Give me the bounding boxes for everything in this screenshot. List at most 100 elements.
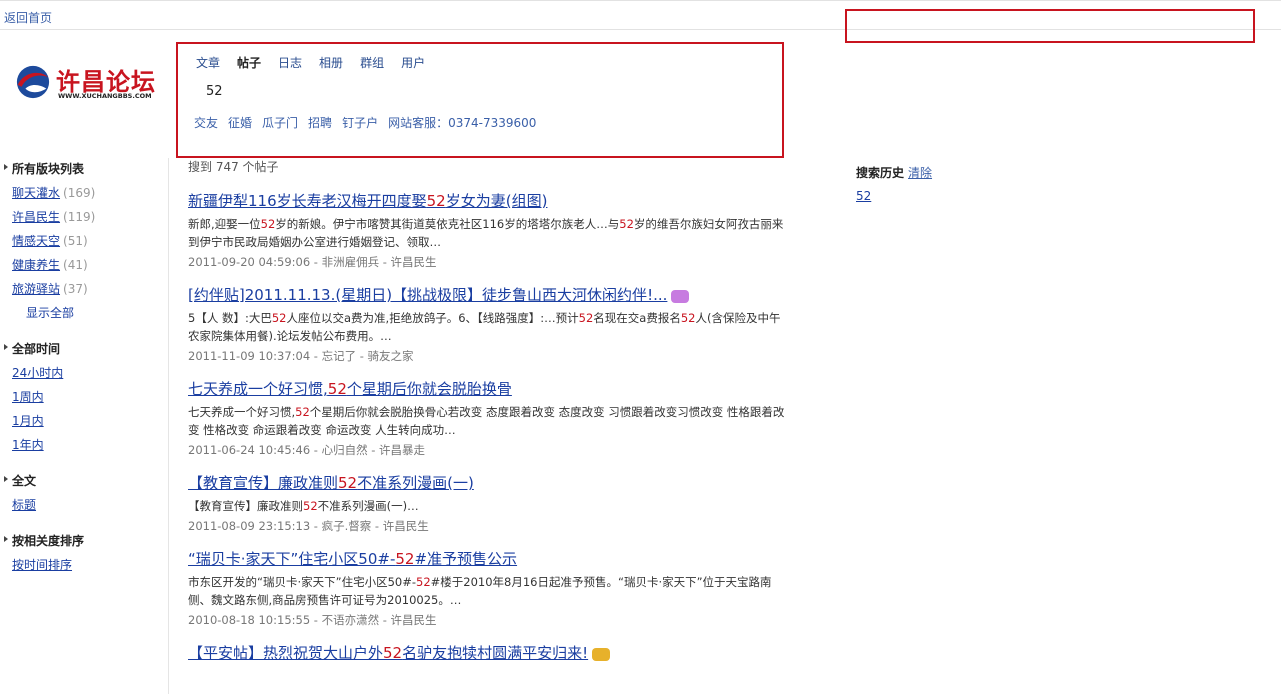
- sort-by-time-link[interactable]: 按时间排序: [12, 558, 72, 572]
- tab-user[interactable]: 用户: [401, 54, 425, 71]
- time-24h-link[interactable]: 24小时内: [12, 366, 63, 380]
- scope-filter-group: 全文 标题: [4, 472, 169, 513]
- result-title-row: 七天养成一个好习惯,52个星期后你就会脱胎换骨: [188, 378, 788, 400]
- result-snippet: 市东区开发的“瑞贝卡·家天下”住宅小区50#-52#楼于2010年8月16日起准…: [188, 573, 788, 609]
- title-highlight: 52: [338, 474, 358, 492]
- result-title-row: 【平安帖】热烈祝贺大山户外52名驴友抱犊村圆满平安归来!: [188, 642, 788, 664]
- result-meta: 2011-08-09 23:15:13 - 疯子.督察 - 许昌民生: [188, 519, 429, 533]
- sidebar: 所有版块列表 聊天灌水 (169) 许昌民生 (119) 情感天空 (51) 健康养生…: [4, 160, 169, 592]
- tab-blog[interactable]: 日志: [278, 54, 302, 71]
- show-all-item: 显示全部: [4, 304, 169, 321]
- search-history: 搜索历史 清除 52: [856, 164, 932, 203]
- time-filter-item: 1年内: [4, 436, 169, 453]
- hot-tag-icon: [671, 290, 690, 303]
- snippet-text: 名现在交a费报名: [593, 311, 681, 325]
- forum-link[interactable]: 旅游驿站: [12, 282, 60, 296]
- result-item: “瑞贝卡·家天下”住宅小区50#-52#准予预售公示市东区开发的“瑞贝卡·家天下…: [188, 548, 788, 628]
- forum-link[interactable]: 健康养生: [12, 258, 60, 272]
- result-title-link[interactable]: 七天养成一个好习惯,52个星期后你就会脱胎换骨: [188, 380, 512, 398]
- logo-icon: [16, 65, 50, 99]
- result-snippet: 【教育宣传】廉政准则52不准系列漫画(一)…: [188, 497, 788, 515]
- result-title-link[interactable]: 【平安帖】热烈祝贺大山户外52名驴友抱犊村圆满平安归来!: [188, 644, 588, 662]
- title-text: 【教育宣传】廉政准则: [188, 474, 339, 492]
- hot-link-marriage[interactable]: 征婚: [228, 114, 252, 131]
- forum-filter-group: 所有版块列表 聊天灌水 (169) 许昌民生 (119) 情感天空 (51) 健康养生…: [4, 160, 169, 321]
- time-year-link[interactable]: 1年内: [12, 438, 44, 452]
- forum-link[interactable]: 许昌民生: [12, 210, 60, 224]
- snippet-text: 不准系列漫画(一)…: [317, 499, 419, 513]
- hot-link-dating[interactable]: 交友: [194, 114, 218, 131]
- result-snippet: 七天养成一个好习惯,52个星期后你就会脱胎换骨心若改变 态度跟着改变 态度改变 …: [188, 403, 788, 439]
- tab-album[interactable]: 相册: [319, 54, 343, 71]
- tab-posts[interactable]: 帖子: [237, 54, 261, 71]
- result-item: 【平安帖】热烈祝贺大山户外52名驴友抱犊村圆满平安归来!: [188, 642, 788, 664]
- title-text: “瑞贝卡·家天下”住宅小区50#-: [188, 550, 396, 568]
- result-title-row: 【教育宣传】廉政准则52不准系列漫画(一): [188, 472, 788, 494]
- title-text: [约伴贴]2011.11.13.(星期日)【挑战极限】徒步鲁山西大河休闲约伴!.…: [188, 286, 668, 304]
- hot-link-service[interactable]: 网站客服：0374-7339600: [388, 114, 536, 131]
- sort-item: 按时间排序: [4, 556, 169, 573]
- forum-filter-item: 情感天空 (51): [4, 232, 169, 249]
- snippet-text: 新郎,迎娶一位: [188, 217, 261, 231]
- forum-link[interactable]: 聊天灌水: [12, 186, 60, 200]
- snippet-highlight: 52: [271, 311, 287, 325]
- site-logo[interactable]: 许昌论坛 WWW.XUCHANGBBS.COM: [14, 64, 164, 106]
- back-home-link[interactable]: 返回首页: [4, 9, 52, 26]
- title-text: 不准系列漫画(一): [357, 474, 474, 492]
- forum-filter-item: 旅游驿站 (37): [4, 280, 169, 297]
- forum-filter-title: 所有版块列表: [4, 160, 169, 177]
- time-filter-group: 全部时间 24小时内 1周内 1月内 1年内: [4, 340, 169, 453]
- show-all-link[interactable]: 显示全部: [26, 306, 74, 320]
- forum-count: (169): [63, 186, 96, 200]
- new-tag-icon: [592, 648, 611, 661]
- title-text: 岁女为妻(组图): [445, 192, 548, 210]
- time-filter-item: 1周内: [4, 388, 169, 405]
- results-list: 新疆伊犁116岁长寿老汉梅开四度娶52岁女为妻(组图) 新郎,迎娶一位52岁的新娘…: [188, 190, 788, 678]
- forum-count: (119): [63, 210, 96, 224]
- search-query[interactable]: 52: [206, 84, 223, 99]
- forum-filter-item: 健康养生 (41): [4, 256, 169, 273]
- title-text: #准予预售公示: [414, 550, 518, 568]
- snippet-highlight: 52: [260, 217, 276, 231]
- title-highlight: 52: [327, 380, 347, 398]
- hot-link-gossip[interactable]: 瓜子门: [262, 114, 298, 131]
- result-meta: 2010-08-18 10:15:55 - 不语亦潇然 - 许昌民生: [188, 613, 437, 627]
- history-title: 搜索历史 清除: [856, 164, 932, 181]
- result-item: [约伴贴]2011.11.13.(星期日)【挑战极限】徒步鲁山西大河休闲约伴!.…: [188, 284, 788, 364]
- result-snippet: 新郎,迎娶一位52岁的新娘。伊宁市喀赞其街道莫依克社区116岁的塔塔尔族老人…与…: [188, 215, 788, 251]
- highlight-box: [845, 9, 1255, 43]
- result-item: 七天养成一个好习惯,52个星期后你就会脱胎换骨七天养成一个好习惯,52个星期后你…: [188, 378, 788, 458]
- history-item: 52: [856, 189, 932, 203]
- history-link[interactable]: 52: [856, 189, 871, 203]
- scope-title-link[interactable]: 标题: [12, 498, 36, 512]
- forum-count: (37): [63, 282, 88, 296]
- tab-article[interactable]: 文章: [196, 54, 220, 71]
- time-month-link[interactable]: 1月内: [12, 414, 44, 428]
- history-title-label: 搜索历史: [856, 166, 905, 180]
- search-panel: 文章 帖子 日志 相册 群组 用户 52 交友 征婚 瓜子门 招聘 钉子户 网站…: [176, 42, 784, 158]
- scope-filter-item: 标题: [4, 496, 169, 513]
- result-meta: 2011-09-20 04:59:06 - 非洲雇佣兵 - 许昌民生: [188, 255, 437, 269]
- snippet-highlight: 52: [303, 499, 318, 513]
- result-title-link[interactable]: “瑞贝卡·家天下”住宅小区50#-52#准予预售公示: [188, 550, 517, 568]
- snippet-text: 【教育宣传】廉政准则: [188, 499, 303, 513]
- snippet-highlight: 52: [680, 311, 696, 325]
- scope-filter-title: 全文: [4, 472, 169, 489]
- forum-link[interactable]: 情感天空: [12, 234, 60, 248]
- result-title-link[interactable]: 新疆伊犁116岁长寿老汉梅开四度娶52岁女为妻(组图): [188, 192, 547, 210]
- time-filter-item: 1月内: [4, 412, 169, 429]
- hot-link-nailhouse[interactable]: 钉子户: [342, 114, 378, 131]
- result-title-link[interactable]: 【教育宣传】廉政准则52不准系列漫画(一): [188, 474, 474, 492]
- result-title-row: 新疆伊犁116岁长寿老汉梅开四度娶52岁女为妻(组图): [188, 190, 788, 212]
- result-meta: 2011-11-09 10:37:04 - 忘记了 - 骑友之家: [188, 349, 414, 363]
- history-clear-link[interactable]: 清除: [908, 166, 932, 180]
- logo-url: WWW.XUCHANGBBS.COM: [58, 92, 152, 100]
- title-text: 名驴友抱犊村圆满平安归来!: [402, 644, 589, 662]
- result-title-link[interactable]: [约伴贴]2011.11.13.(星期日)【挑战极限】徒步鲁山西大河休闲约伴!.…: [188, 286, 667, 304]
- hot-link-jobs[interactable]: 招聘: [308, 114, 332, 131]
- sort-group: 按相关度排序 按时间排序: [4, 532, 169, 573]
- tab-group[interactable]: 群组: [360, 54, 384, 71]
- result-item: 新疆伊犁116岁长寿老汉梅开四度娶52岁女为妻(组图) 新郎,迎娶一位52岁的新娘…: [188, 190, 788, 270]
- time-week-link[interactable]: 1周内: [12, 390, 44, 404]
- result-snippet: 5【人 数】:大巴52人座位以交a费为准,拒绝放鸽子。6、【线路强度】:…预计5…: [188, 309, 788, 345]
